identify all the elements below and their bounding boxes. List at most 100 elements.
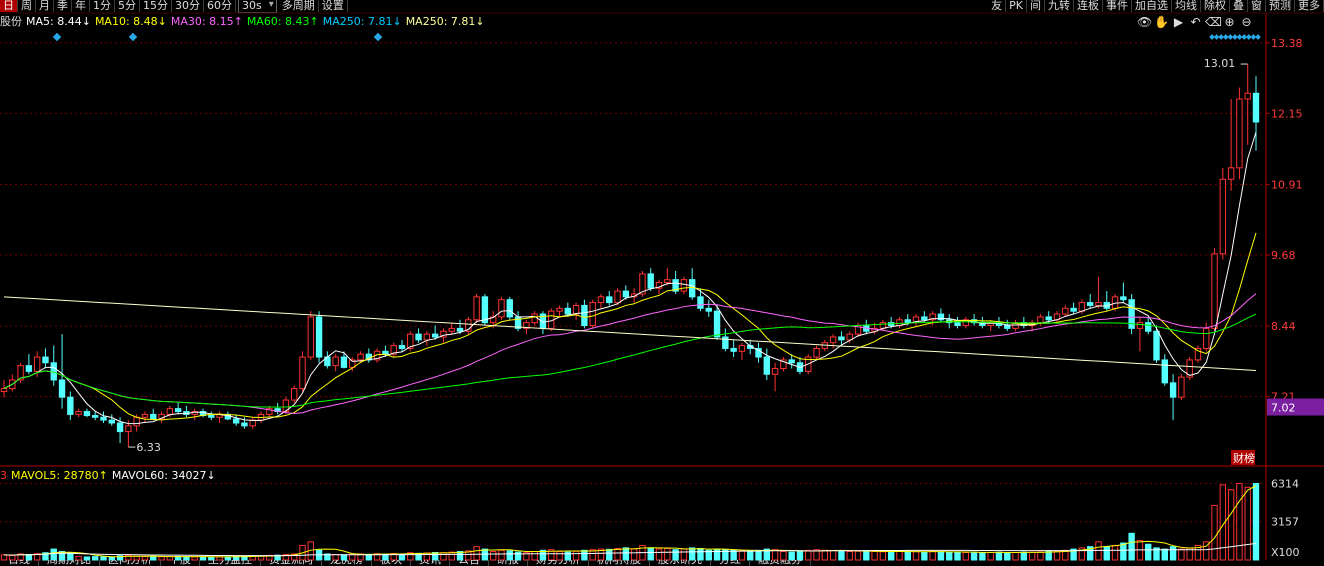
volume-bar (954, 551, 961, 561)
price-tick-label: 13.38 (1271, 37, 1303, 50)
bottom-tab-13[interactable]: 股东研究 (650, 560, 711, 566)
candle-body (415, 333, 422, 341)
bottom-tab-10[interactable]: 研报 (489, 560, 528, 566)
volume-bar (871, 551, 878, 561)
candle-body (340, 356, 348, 368)
zoom-in-icon[interactable]: ⊕ (1222, 15, 1237, 30)
volume-bar (606, 548, 613, 561)
volume-bar (622, 547, 630, 561)
candle-body (1227, 167, 1235, 180)
bottom-tab-8[interactable]: 资讯 (411, 560, 450, 566)
candle-body (904, 319, 911, 324)
candle-body (423, 333, 431, 341)
candle-body (232, 418, 240, 424)
volume-bar (921, 551, 928, 561)
volume-bar (738, 550, 746, 561)
price-tick-label: 9.68 (1271, 249, 1296, 262)
bottom-tab-5[interactable]: 资金流向 (261, 560, 322, 566)
candle-body (1120, 296, 1127, 301)
candle-body (597, 296, 605, 304)
volume-bar (531, 551, 538, 561)
volume-bar (987, 551, 994, 561)
volume-bar (887, 551, 895, 561)
bottom-tab-6[interactable]: 龙虎榜 (322, 560, 372, 566)
bottom-tab-1[interactable]: 周期对比 (39, 560, 100, 566)
ma-legend: 股份 MA5: 8.44↓ MA10: 8.48↓ MA30: 8.15↑ MA60: … (0, 15, 493, 29)
play-icon[interactable]: ▶ (1171, 15, 1186, 30)
volume-bar (854, 550, 862, 561)
candle-body (498, 299, 505, 318)
candle-body (531, 313, 538, 324)
volume-bar (440, 552, 447, 561)
candle-body (1252, 92, 1260, 123)
candle-body (647, 273, 654, 289)
volume-bar (946, 551, 953, 561)
candle-body (1219, 178, 1227, 255)
volume-bar (50, 548, 57, 561)
candle-body (622, 290, 630, 298)
volume-bar (473, 546, 480, 561)
volume-bar (1120, 542, 1127, 561)
candle-body (1070, 307, 1077, 312)
candle-body (713, 310, 721, 338)
volume-bar (1211, 504, 1218, 561)
volume-bar (788, 551, 795, 561)
volume-bar (1169, 546, 1177, 561)
ma-legend-item-1: MA10: 8.48↓ (94, 15, 167, 28)
candle-body (100, 416, 107, 421)
volume-bar (879, 551, 887, 561)
candle-body (249, 419, 256, 427)
candle-body (771, 368, 779, 375)
bottom-tab-2[interactable]: 区间分析 (100, 560, 161, 566)
broom-icon[interactable]: ⌫ (1205, 15, 1222, 30)
candle-body (75, 411, 82, 415)
candle-body (58, 379, 66, 398)
candle-body (1145, 322, 1152, 332)
candle-body (921, 316, 928, 321)
candle-body (556, 307, 563, 312)
candle-body (42, 356, 49, 364)
candle-body (174, 408, 182, 413)
price-tick-label: 8.44 (1271, 320, 1296, 333)
volume-bar (962, 551, 969, 561)
bottom-tab-0[interactable]: 日线 (0, 560, 39, 566)
undo-icon[interactable]: ↶ (1188, 15, 1203, 30)
bottom-tab-12[interactable]: 机构持股 (589, 560, 650, 566)
ma60-line (3, 313, 1257, 408)
volume-bar (838, 550, 845, 561)
volume-bar (1037, 551, 1044, 561)
candle-body (116, 422, 124, 433)
zoom-out-icon[interactable]: ⊖ (1239, 15, 1254, 30)
bottom-tab-7[interactable]: 板块 (372, 560, 411, 566)
candle-body (50, 362, 57, 381)
volume-bar (1145, 543, 1152, 561)
volume-bar (489, 551, 497, 561)
volume-bar (1103, 546, 1110, 561)
candle-body (1169, 382, 1177, 398)
volume-bar (697, 547, 704, 561)
bottom-tab-3[interactable]: 个股 (161, 560, 200, 566)
hand-icon[interactable]: ✋ (1154, 15, 1169, 30)
volume-bar (796, 551, 804, 561)
volume-bar (929, 551, 936, 561)
bottom-tab-4[interactable]: 主力监控 (200, 560, 261, 566)
candle-body (357, 353, 364, 361)
candle-body (1244, 92, 1251, 100)
bottom-tab-11[interactable]: 财务分析 (528, 560, 589, 566)
volume-bar (1227, 489, 1235, 561)
volume-bar (647, 547, 654, 561)
bottom-tab-15[interactable]: 融资融券 (750, 560, 811, 566)
volume-bar (680, 548, 688, 561)
candle-body (448, 327, 455, 332)
bottom-tab-9[interactable]: 公告 (450, 560, 489, 566)
volume-bar (672, 549, 679, 561)
volume-bar (1252, 482, 1260, 561)
eye-icon[interactable]: 👁 (1137, 15, 1152, 30)
candle-body (125, 425, 132, 433)
candle-body (1037, 316, 1044, 324)
volume-bar (780, 551, 787, 561)
volume-bar (1012, 551, 1019, 561)
bottom-tab-14[interactable]: 分红 (711, 560, 750, 566)
candle-body (332, 356, 339, 367)
candle-body (456, 327, 464, 332)
